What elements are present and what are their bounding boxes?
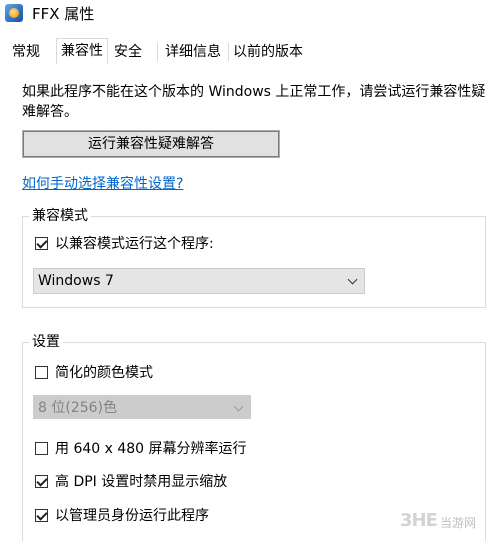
tab-general[interactable]: 常规 (4, 40, 48, 63)
compatibility-panel: 如果此程序不能在这个版本的 Windows 上正常工作，请尝试运行兼容性疑难解答… (0, 64, 500, 541)
res-640-label: 用 640 x 480 屏幕分辨率运行 (55, 441, 247, 457)
res-640-checkbox[interactable] (35, 442, 48, 455)
run-troubleshooter-button[interactable]: 运行兼容性疑难解答 (22, 130, 280, 158)
color-depth-selected: 8 位(256)色 (38, 400, 118, 416)
reduced-color-checkbox[interactable] (35, 366, 48, 379)
watermark: 3HE 当游网 (400, 508, 498, 538)
watermark-logo: 3HE (400, 510, 438, 531)
chevron-down-icon (347, 274, 358, 285)
compat-mode-checkbox[interactable] (35, 237, 48, 250)
high-dpi-checkbox[interactable] (35, 475, 48, 488)
tab-separator (228, 43, 229, 61)
high-dpi-label: 高 DPI 设置时禁用显示缩放 (55, 474, 228, 490)
properties-window: FFX 属性 常规 兼容性 安全 详细信息 以前的版本 如果此程序不能在这个版本… (0, 0, 500, 541)
tab-separator (157, 43, 158, 61)
os-version-select[interactable]: Windows 7 (33, 268, 365, 294)
watermark-text: 当游网 (440, 516, 477, 530)
color-depth-select: 8 位(256)色 (33, 395, 251, 419)
settings-group-title: 设置 (29, 332, 63, 352)
tab-compatibility[interactable]: 兼容性 (56, 38, 108, 65)
run-admin-checkbox[interactable] (35, 509, 48, 522)
compat-mode-group-title: 兼容模式 (29, 206, 91, 226)
reduced-color-label: 简化的颜色模式 (55, 365, 153, 381)
intro-text: 如果此程序不能在这个版本的 Windows 上正常工作，请尝试运行兼容性疑难解答… (22, 84, 486, 120)
run-admin-label: 以管理员身份运行此程序 (55, 508, 209, 524)
os-version-selected: Windows 7 (38, 273, 114, 289)
app-icon (5, 4, 23, 22)
tab-strip: 常规 兼容性 安全 详细信息 以前的版本 (0, 38, 500, 65)
compat-mode-checkbox-label: 以兼容模式运行这个程序: (55, 236, 214, 252)
compat-mode-group: 兼容模式 以兼容模式运行这个程序: Windows 7 (22, 206, 486, 308)
tab-security[interactable]: 安全 (110, 40, 146, 63)
chevron-down-icon (233, 401, 244, 412)
tab-previous-versions[interactable]: 以前的版本 (230, 40, 306, 63)
window-title: FFX 属性 (32, 5, 95, 23)
title-bar: FFX 属性 (0, 0, 500, 30)
tab-details[interactable]: 详细信息 (160, 40, 226, 63)
manual-settings-help-link[interactable]: 如何手动选择兼容性设置? (22, 174, 183, 194)
